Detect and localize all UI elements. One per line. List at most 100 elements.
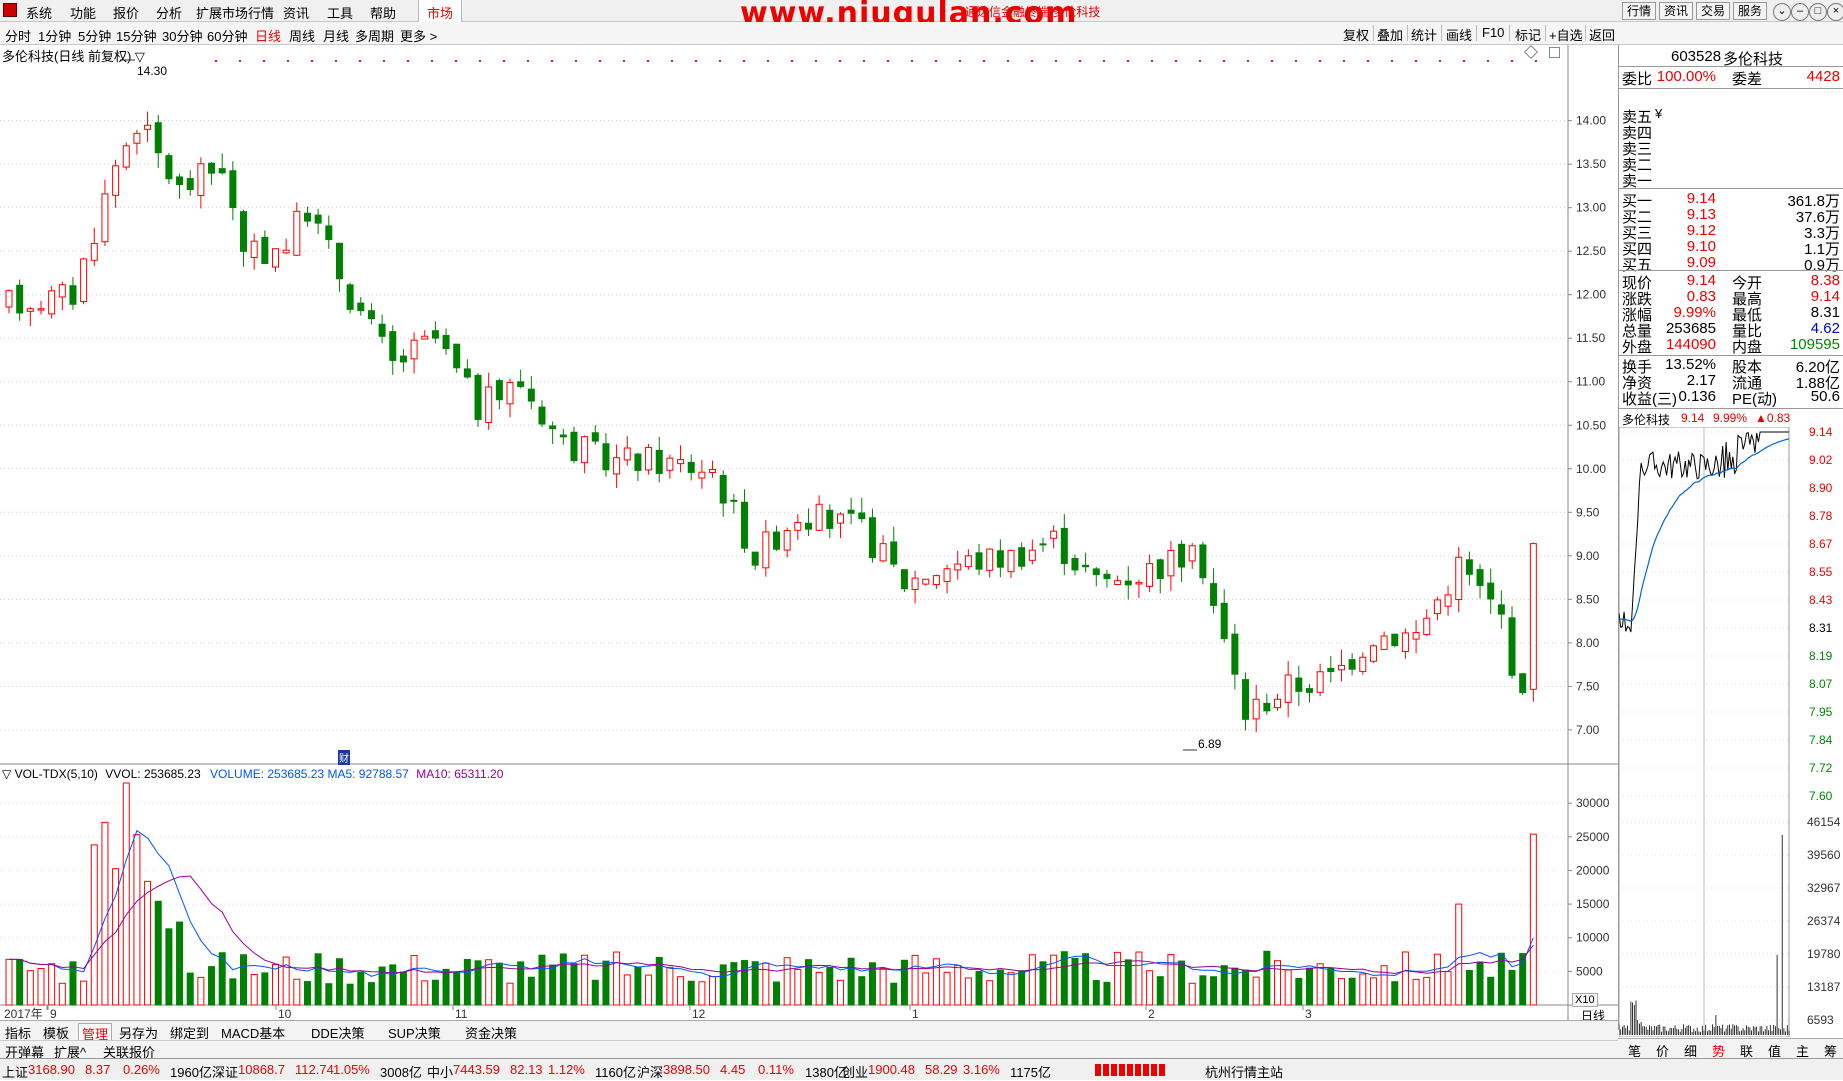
maximize-button[interactable]: □ [1809, 3, 1827, 21]
index-value: 3168.90 [28, 1062, 75, 1077]
menu-quote[interactable]: 报价 [113, 3, 139, 22]
tab-service[interactable]: 服务 [1733, 2, 1767, 20]
menu-system[interactable]: 系统 [26, 3, 52, 22]
candle [964, 549, 972, 570]
market-tab[interactable]: 市场 [418, 0, 463, 22]
x-tick-label: 3 [1305, 1007, 1312, 1020]
buy-price: 9.10 [1686, 238, 1716, 255]
add-watchlist-button[interactable]: +自选 [1549, 25, 1583, 44]
menu-function[interactable]: 功能 [70, 3, 96, 22]
kline-chart-area[interactable]: 多伦科技(日线 前复权) ▽ 14.00 13.50 13.00 12.50 12.00… [0, 44, 1618, 1037]
candle-body [1497, 604, 1505, 615]
candle [144, 111, 152, 143]
volume-bar [431, 979, 439, 1006]
volume-bar [954, 965, 962, 1006]
candle [1199, 541, 1207, 585]
quote-station[interactable]: 杭州行情主站 [1205, 1062, 1283, 1081]
f10-button[interactable]: F10 [1482, 25, 1504, 40]
volume-bar [1444, 971, 1452, 1006]
candle-body [890, 541, 898, 565]
tab-news[interactable]: 资讯 [1659, 2, 1693, 20]
close-button[interactable]: × [1827, 3, 1843, 21]
minimize-button[interactable]: – [1791, 3, 1809, 21]
volume-bar [1337, 978, 1345, 1006]
candle-body [623, 447, 631, 461]
candle-body [335, 242, 343, 280]
period-5min[interactable]: 5分钟 [78, 26, 111, 45]
candle [1348, 653, 1356, 676]
x-tick-label: 10 [278, 1007, 292, 1020]
menu-news[interactable]: 资讯 [283, 3, 309, 22]
low-price-label: 6.89 [1198, 737, 1222, 751]
candle [975, 543, 983, 576]
volume-bar [858, 976, 866, 1006]
index-name: 上证 [2, 1065, 29, 1080]
period-monthly[interactable]: 月线 [323, 26, 349, 45]
statistics-button[interactable]: 统计 [1411, 25, 1437, 44]
market-breadth-icon[interactable] [1095, 1064, 1165, 1076]
volume-bar [208, 966, 216, 1006]
candle-body [367, 310, 375, 320]
candle [357, 297, 365, 316]
x-tick-label: 11 [455, 1007, 468, 1020]
candle-body [975, 552, 983, 570]
period-weekly[interactable]: 周线 [289, 26, 315, 45]
menu-help[interactable]: 帮助 [370, 3, 396, 22]
candle [943, 564, 951, 594]
candle-body [879, 543, 887, 562]
candle-body [986, 548, 994, 571]
volume-bar [1284, 969, 1292, 1006]
weicha-value: 4428 [1806, 68, 1840, 85]
mark-button[interactable]: 标记 [1515, 25, 1541, 44]
restore-right-button[interactable]: 复权 [1343, 25, 1369, 44]
candle [1124, 566, 1132, 600]
period-1min[interactable]: 1分钟 [38, 26, 71, 45]
candle [240, 209, 248, 267]
currency-icon: ¥ [1655, 106, 1663, 121]
overlay-button[interactable]: 叠加 [1377, 25, 1403, 44]
divider [1619, 188, 1843, 189]
candle-body [261, 236, 269, 265]
candle [1274, 693, 1282, 711]
candle [80, 257, 88, 305]
period-15min[interactable]: 15分钟 [116, 26, 156, 45]
candle [122, 142, 130, 171]
candle [666, 454, 674, 479]
volume-bar [1092, 980, 1100, 1006]
menu-tools[interactable]: 工具 [327, 3, 353, 22]
candle-body [197, 163, 205, 197]
intraday-mini-chart[interactable]: 9.14 9.02 8.90 8.78 8.67 8.55 8.43 8.31 8.19 8.07… [1619, 427, 1843, 1037]
back-button[interactable]: 返回 [1589, 25, 1615, 44]
tab-trade[interactable]: 交易 [1696, 2, 1730, 20]
candle-body [410, 339, 418, 360]
volume-bar [1391, 981, 1399, 1006]
menu-ext-market[interactable]: 扩展市场行情 [196, 3, 274, 22]
period-multi[interactable]: 多周期 [355, 26, 394, 45]
tab-market[interactable]: 行情 [1622, 2, 1656, 20]
draw-line-button[interactable]: 画线 [1446, 25, 1472, 44]
period-30min[interactable]: 30分钟 [162, 26, 202, 45]
period-intraday[interactable]: 分时 [5, 26, 31, 45]
candle [900, 569, 908, 592]
candle-body [826, 509, 834, 529]
candle-body [783, 530, 791, 551]
dropdown-window-button[interactable]: ⌄ [1773, 3, 1791, 21]
period-daily[interactable]: 日线 [255, 26, 281, 45]
candle [1156, 558, 1164, 594]
period-60min[interactable]: 60分钟 [207, 26, 247, 45]
candle-body [1359, 656, 1367, 672]
menu-analysis[interactable]: 分析 [156, 3, 182, 22]
candle [1327, 656, 1335, 683]
candle [815, 495, 823, 532]
app-logo-icon[interactable] [3, 3, 17, 17]
period-more[interactable]: 更多 > [400, 26, 437, 45]
candle-body [1305, 688, 1313, 693]
volume-bar [1178, 960, 1186, 1006]
index-amount: 1175亿 [1010, 1065, 1051, 1080]
volume-indicator-name[interactable]: ▽ VOL-TDX(5,10) [2, 767, 98, 781]
candle [1316, 663, 1324, 697]
finance-marker[interactable]: 财 [338, 750, 350, 765]
candle-body [677, 459, 685, 465]
mini-price-tick: 8.31 [1809, 621, 1833, 635]
candle [48, 286, 56, 319]
